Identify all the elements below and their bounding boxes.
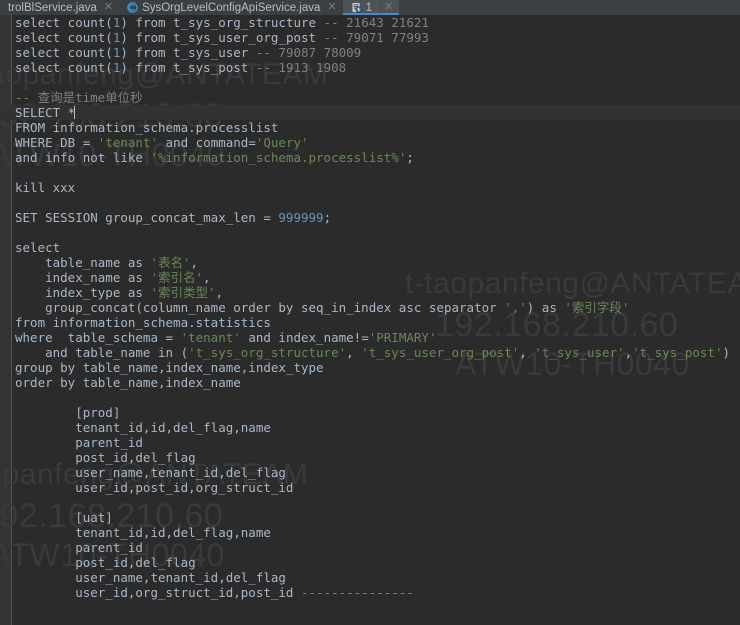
code-line[interactable] (0, 390, 740, 405)
tab-label: trolBlService.java (8, 1, 97, 14)
tab-console-1[interactable]: 1 ✕ (342, 0, 400, 15)
code-line[interactable] (0, 195, 740, 210)
tab-sysorglevelconfigapiservice-java[interactable]: SysOrgLevelConfigApiService.java ✕ (119, 0, 343, 15)
editor-tab-bar: trolBlService.java ✕ SysOrgLevelConfigAp… (0, 0, 740, 15)
tab-separator (376, 3, 378, 12)
code-line[interactable]: -- 查询是time单位秒 (0, 90, 740, 105)
code-line[interactable]: tenant_id,id,del_flag,name (0, 525, 740, 540)
code-line[interactable]: select (0, 240, 740, 255)
code-line[interactable]: index_type as '索引类型', (0, 285, 740, 300)
code-line[interactable]: index_name as '索引名', (0, 270, 740, 285)
code-line[interactable]: user_id,org_struct_id,post_id ----------… (0, 585, 740, 600)
code-line[interactable] (0, 165, 740, 180)
code-line[interactable]: tenant_id,id,del_flag,name (0, 420, 740, 435)
code-line[interactable]: kill xxx (0, 180, 740, 195)
code-line[interactable]: user_name,tenant_id,del_flag (0, 570, 740, 585)
tab-trolblservice-java[interactable]: trolBlService.java ✕ (0, 0, 120, 15)
text-caret (74, 106, 76, 119)
code-line[interactable]: order by table_name,index_name (0, 375, 740, 390)
code-line[interactable]: user_id,post_id,org_struct_id (0, 480, 740, 495)
code-line[interactable]: and info not like '%information_schema.p… (0, 150, 740, 165)
code-line[interactable]: where table_schema = 'tenant' and index_… (0, 330, 740, 345)
code-line[interactable]: select count(1) from t_sys_user_org_post… (0, 30, 740, 45)
code-line-current[interactable]: SELECT * (0, 105, 740, 120)
tab-label: SysOrgLevelConfigApiService.java (142, 1, 321, 14)
sql-editor[interactable]: t-taopanfeng@ANTATEAM 192.168.210.60 ATW… (0, 15, 740, 625)
class-icon (127, 2, 138, 13)
tab-close-icon[interactable]: ✕ (381, 2, 393, 13)
tab-close-icon[interactable]: ✕ (101, 2, 113, 13)
code-line[interactable]: parent_id (0, 540, 740, 555)
code-line[interactable]: post_id,del_flag (0, 450, 740, 465)
code-line[interactable]: from information_schema.statistics (0, 315, 740, 330)
code-line[interactable] (0, 225, 740, 240)
code-line[interactable]: post_id,del_flag (0, 555, 740, 570)
code-line[interactable]: [prod] (0, 405, 740, 420)
code-line[interactable]: group_concat(column_name order by seq_in… (0, 300, 740, 315)
code-line[interactable]: SET SESSION group_concat_max_len = 99999… (0, 210, 740, 225)
code-line[interactable]: group by table_name,index_name,index_typ… (0, 360, 740, 375)
code-line[interactable] (0, 495, 740, 510)
code-line[interactable] (0, 75, 740, 90)
code-line[interactable]: select count(1) from t_sys_user -- 79087… (0, 45, 740, 60)
code-line[interactable]: WHERE DB = 'tenant' and command='Query' (0, 135, 740, 150)
code-lines[interactable]: select count(1) from t_sys_org_structure… (0, 15, 740, 625)
code-line[interactable]: and table_name in ('t_sys_org_structure'… (0, 345, 740, 360)
code-line[interactable]: [uat] (0, 510, 740, 525)
tab-label: 1 (365, 1, 373, 14)
code-line[interactable]: user_name,tenant_id,del_flag (0, 465, 740, 480)
code-line[interactable]: select count(1) from t_sys_org_structure… (0, 15, 740, 30)
console-query-icon (352, 2, 362, 13)
tab-close-icon[interactable]: ✕ (324, 2, 336, 13)
code-line[interactable]: table_name as '表名', (0, 255, 740, 270)
code-line[interactable]: parent_id (0, 435, 740, 450)
code-line[interactable]: select count(1) from t_sys_post -- 1913 … (0, 60, 740, 75)
code-line[interactable]: FROM information_schema.processlist (0, 120, 740, 135)
